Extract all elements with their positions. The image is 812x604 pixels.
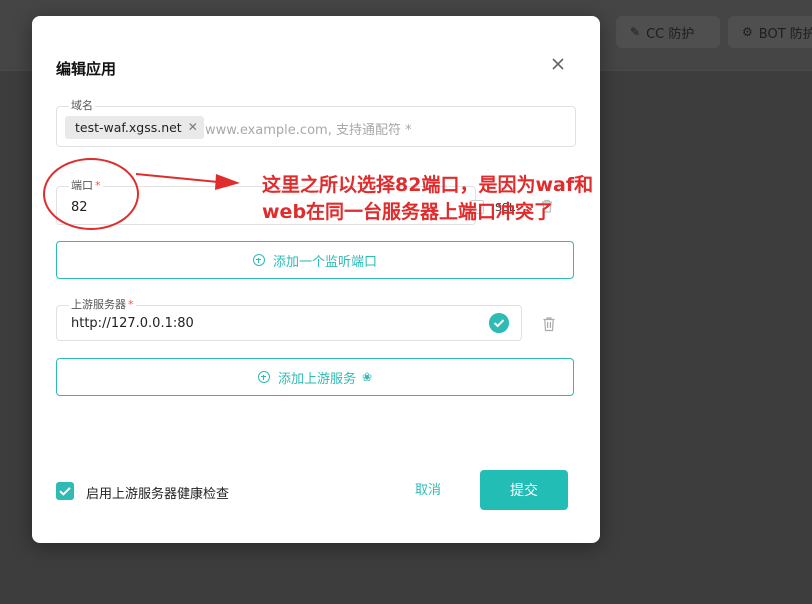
upstream-field[interactable]: 上游服务器 * http://127.0.0.1:80 [56, 298, 522, 341]
domain-chip-text: test-waf.xgss.net [75, 120, 182, 135]
domain-input-placeholder[interactable]: www.example.com, 支持通配符 * [205, 119, 412, 138]
pin-icon: ✎ [630, 25, 641, 39]
plus-circle-icon [252, 254, 265, 266]
domain-chip: test-waf.xgss.net ✕ [65, 116, 204, 139]
domain-field[interactable]: 域名 test-waf.xgss.net ✕ www.example.com, … [56, 99, 576, 147]
add-upstream-label: 添加上游服务 [277, 371, 356, 387]
bot-icon: ⚙ [742, 25, 753, 39]
edit-app-dialog: 编辑应用 域名 test-waf.xgss.net ✕ www.example.… [32, 16, 600, 543]
tab-cc-label: CC 防护 [646, 26, 695, 42]
annotation-ellipse [43, 158, 139, 230]
health-check-label: 启用上游服务器健康检查 [86, 487, 230, 502]
add-upstream-button[interactable]: 添加上游服务 ❀ [56, 358, 574, 396]
chip-close-icon[interactable]: ✕ [188, 116, 198, 139]
upstream-input[interactable]: http://127.0.0.1:80 [71, 316, 194, 331]
checkmark-icon [59, 487, 71, 496]
plus-circle-icon [257, 371, 270, 383]
close-icon [552, 58, 564, 70]
tab-bot-protection[interactable]: ⚙ BOT 防护 [728, 16, 812, 48]
trash-icon[interactable] [542, 316, 556, 332]
domain-label: 域名 [69, 99, 95, 113]
add-port-label: 添加一个监听端口 [272, 254, 377, 270]
upstream-label: 上游服务器 * [69, 298, 136, 312]
submit-button[interactable]: 提交 [480, 470, 568, 510]
health-check-checkbox[interactable] [56, 482, 74, 500]
tab-bot-label: BOT 防护 [758, 26, 812, 42]
dialog-title: 编辑应用 [56, 60, 117, 78]
tab-cc-protection[interactable]: ✎ CC 防护 [616, 16, 720, 48]
cancel-button[interactable]: 取消 [400, 480, 456, 502]
annotation-arrow-icon [135, 173, 240, 190]
pro-badge-icon: ❀ [361, 370, 373, 384]
annotation-text: 这里之所以选择82端口，是因为waf和web在同一台服务器上端口冲突了 [262, 174, 594, 223]
add-port-button[interactable]: 添加一个监听端口 [56, 241, 574, 279]
close-button[interactable] [548, 54, 568, 74]
check-circle-icon [489, 313, 509, 333]
